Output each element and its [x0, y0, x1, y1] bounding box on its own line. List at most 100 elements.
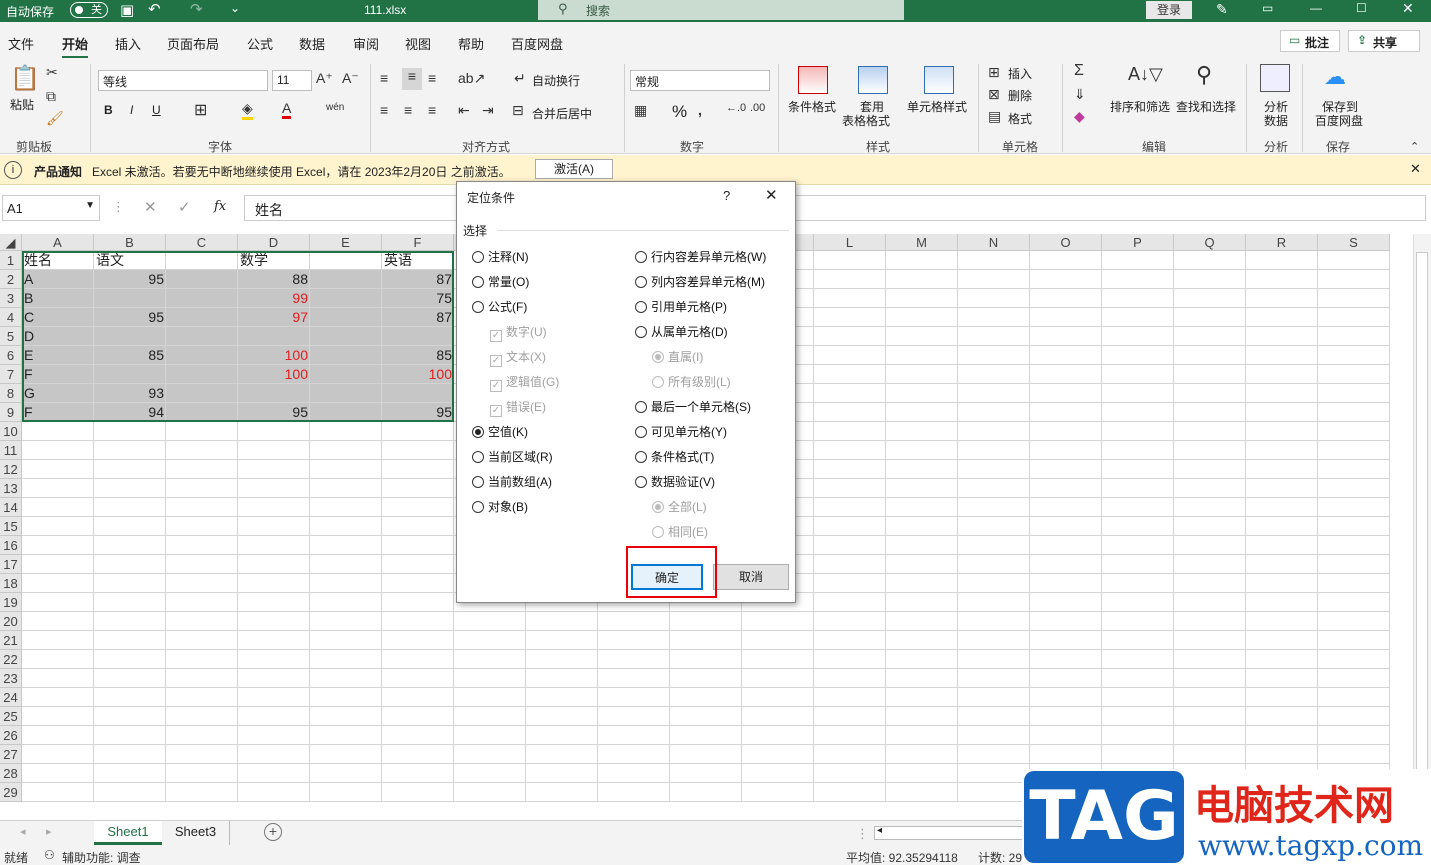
cell[interactable]	[1174, 517, 1246, 536]
cell[interactable]	[1102, 403, 1174, 422]
cell[interactable]	[310, 517, 382, 536]
cell[interactable]	[94, 460, 166, 479]
format-table-line2[interactable]: 表格格式	[842, 112, 890, 129]
cell[interactable]	[238, 707, 310, 726]
insert-cells-icon[interactable]: ⊞	[988, 64, 1000, 81]
cell[interactable]	[1102, 536, 1174, 555]
cell[interactable]	[814, 346, 886, 365]
menu-insert[interactable]: 插入	[115, 34, 141, 53]
format-cells-button[interactable]: 格式	[1008, 110, 1032, 127]
cell[interactable]	[1174, 289, 1246, 308]
cell[interactable]	[1318, 365, 1390, 384]
cell[interactable]	[670, 688, 742, 707]
cell[interactable]	[958, 403, 1030, 422]
cell[interactable]	[94, 612, 166, 631]
cell[interactable]	[1318, 289, 1390, 308]
cell[interactable]	[1318, 536, 1390, 555]
cell[interactable]	[1030, 289, 1102, 308]
pen-icon[interactable]: ✎	[1216, 1, 1228, 18]
cell[interactable]	[1246, 422, 1318, 441]
cell[interactable]	[454, 688, 526, 707]
cell[interactable]	[1318, 631, 1390, 650]
cell[interactable]	[1246, 308, 1318, 327]
sheet-tab-sheet1[interactable]: Sheet1	[94, 821, 162, 845]
paste-icon[interactable]: 📋	[10, 64, 40, 94]
cell[interactable]	[1102, 460, 1174, 479]
cell[interactable]	[382, 745, 454, 764]
row-header[interactable]: 16	[0, 536, 22, 555]
row-header[interactable]: 19	[0, 593, 22, 612]
cell[interactable]	[94, 783, 166, 802]
cell[interactable]	[598, 783, 670, 802]
cell[interactable]	[1030, 346, 1102, 365]
cell[interactable]	[598, 745, 670, 764]
cell-styles-icon[interactable]	[924, 66, 954, 94]
cell[interactable]	[958, 365, 1030, 384]
row-header[interactable]: 18	[0, 574, 22, 593]
currency-icon[interactable]: ▦	[634, 102, 647, 119]
shrink-font-icon[interactable]: A⁻	[342, 70, 359, 87]
cell[interactable]	[958, 289, 1030, 308]
cell[interactable]	[1174, 498, 1246, 517]
cell[interactable]	[1102, 612, 1174, 631]
cell[interactable]	[94, 555, 166, 574]
cell[interactable]	[886, 270, 958, 289]
cell[interactable]	[94, 536, 166, 555]
cell[interactable]	[166, 536, 238, 555]
cell[interactable]	[1030, 403, 1102, 422]
cell[interactable]	[1318, 270, 1390, 289]
cell[interactable]	[1318, 593, 1390, 612]
row-header[interactable]: 23	[0, 669, 22, 688]
cell[interactable]	[454, 783, 526, 802]
decrease-indent-icon[interactable]: ⇤	[458, 102, 470, 119]
cell[interactable]	[310, 498, 382, 517]
cell[interactable]	[1030, 536, 1102, 555]
dialog-help-button[interactable]: ?	[723, 188, 730, 203]
cell[interactable]	[1318, 498, 1390, 517]
cell[interactable]	[238, 631, 310, 650]
cell[interactable]	[1246, 289, 1318, 308]
cell[interactable]	[310, 650, 382, 669]
collapse-ribbon-icon[interactable]: ⌃	[1410, 140, 1419, 153]
cell[interactable]	[1174, 308, 1246, 327]
name-box[interactable]: A1 ▼	[2, 195, 100, 221]
cell[interactable]	[526, 688, 598, 707]
cell[interactable]	[1246, 270, 1318, 289]
cell[interactable]	[1174, 745, 1246, 764]
cell[interactable]	[238, 726, 310, 745]
row-header[interactable]: 29	[0, 783, 22, 802]
cell[interactable]	[382, 726, 454, 745]
column-header[interactable]: Q	[1174, 234, 1246, 251]
cell[interactable]	[22, 612, 94, 631]
cell[interactable]	[1030, 517, 1102, 536]
column-header[interactable]: D	[238, 234, 310, 251]
login-button[interactable]: 登录	[1146, 1, 1192, 19]
cell[interactable]	[1246, 498, 1318, 517]
cell[interactable]	[742, 631, 814, 650]
cell[interactable]	[1246, 460, 1318, 479]
cell[interactable]	[1102, 517, 1174, 536]
cell[interactable]	[1174, 251, 1246, 270]
cell[interactable]	[958, 764, 1030, 783]
menu-page-layout[interactable]: 页面布局	[167, 34, 219, 53]
cell[interactable]	[886, 479, 958, 498]
cell[interactable]	[958, 498, 1030, 517]
cell[interactable]	[886, 555, 958, 574]
close-icon[interactable]: ✕	[1402, 0, 1414, 17]
cell[interactable]	[166, 783, 238, 802]
cell[interactable]	[958, 688, 1030, 707]
cell[interactable]	[1102, 669, 1174, 688]
redo-icon[interactable]: ↷	[190, 0, 203, 18]
cell[interactable]	[814, 403, 886, 422]
cell[interactable]	[1318, 384, 1390, 403]
cell[interactable]	[814, 498, 886, 517]
cell[interactable]	[598, 688, 670, 707]
insert-cells-button[interactable]: 插入	[1008, 65, 1032, 82]
radio-right-8[interactable]: 条件格式(T)	[635, 449, 714, 465]
cancel-button[interactable]: 取消	[713, 564, 789, 590]
radio-right-7[interactable]: 可见单元格(Y)	[635, 424, 727, 440]
cell[interactable]	[1030, 270, 1102, 289]
cell[interactable]	[1246, 555, 1318, 574]
cell[interactable]	[1030, 327, 1102, 346]
cell[interactable]	[310, 688, 382, 707]
